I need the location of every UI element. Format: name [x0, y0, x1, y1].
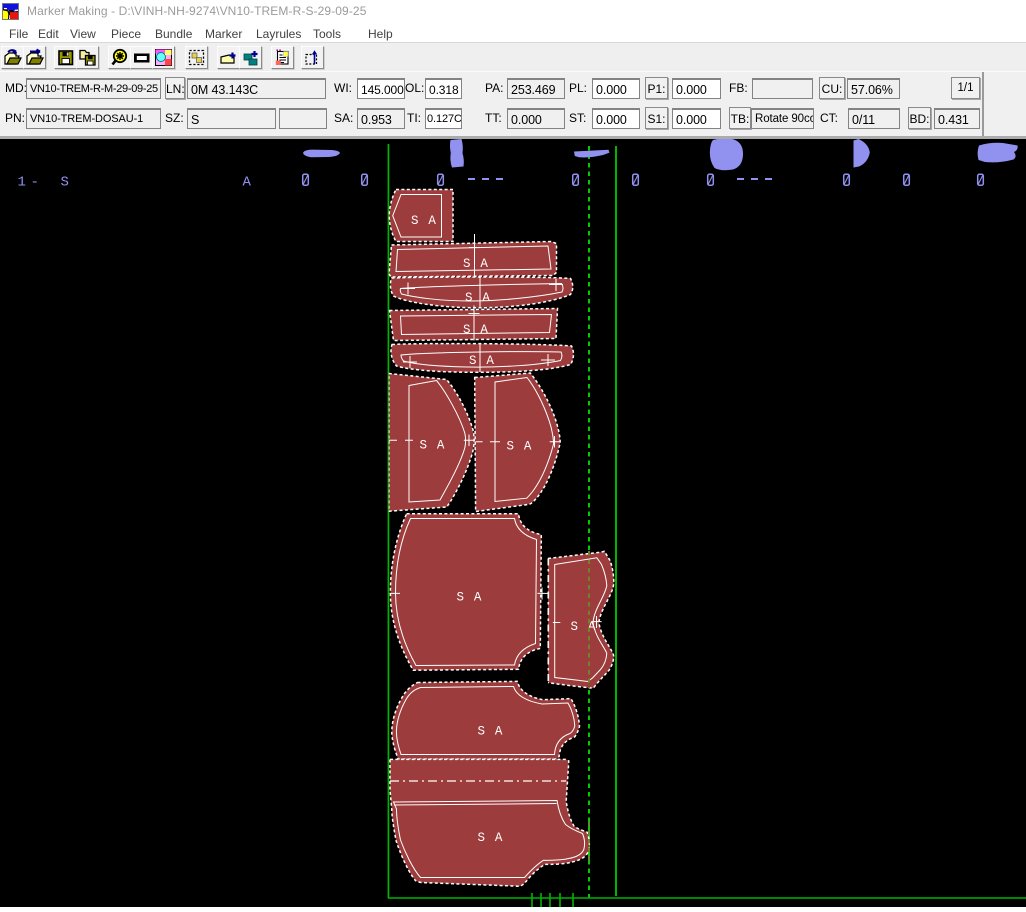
svg-text:A: A	[243, 175, 252, 191]
svg-text:-: -	[31, 175, 39, 191]
svg-text:S A: S A	[570, 620, 596, 634]
svg-text:S A: S A	[456, 591, 482, 605]
svg-text:S A: S A	[477, 725, 503, 739]
svg-text:S: S	[61, 175, 69, 191]
svg-text:S A: S A	[419, 439, 445, 453]
svg-text:S A: S A	[506, 440, 532, 454]
svg-text:S A: S A	[477, 831, 503, 845]
svg-text:S A: S A	[465, 291, 491, 305]
svg-text:S A: S A	[411, 214, 437, 228]
svg-text:S A: S A	[469, 354, 495, 368]
svg-text:S A: S A	[463, 257, 489, 271]
svg-text:1: 1	[18, 175, 26, 191]
svg-text:S A: S A	[463, 323, 489, 337]
